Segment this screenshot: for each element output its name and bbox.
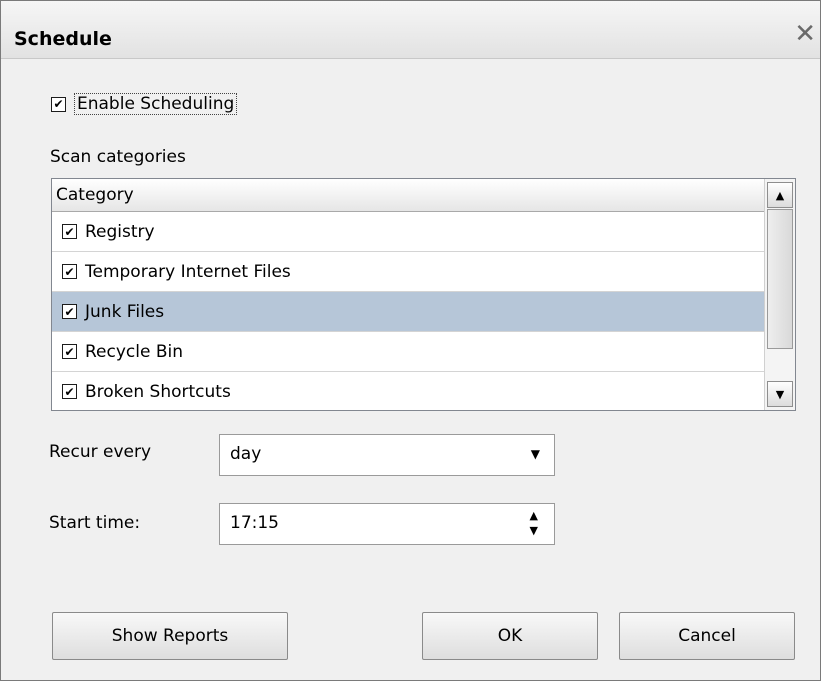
category-row-label: Junk Files <box>85 301 165 322</box>
enable-scheduling-checkbox[interactable]: ✔ Enable Scheduling <box>51 93 238 115</box>
close-icon[interactable]: ✕ <box>794 21 816 47</box>
start-time-spinner[interactable]: 17:15 ▲ ▼ <box>219 503 555 545</box>
show-reports-button[interactable]: Show Reports <box>52 612 288 660</box>
cancel-button[interactable]: Cancel <box>619 612 795 660</box>
enable-scheduling-label[interactable]: Enable Scheduling <box>74 93 238 115</box>
check-icon[interactable]: ✔ <box>62 344 77 359</box>
category-row[interactable]: ✔ Recycle Bin <box>52 332 765 372</box>
category-column-header[interactable]: Category <box>52 179 765 212</box>
category-row-label: Broken Shortcuts <box>85 381 231 402</box>
category-row-label: Recycle Bin <box>85 341 184 362</box>
scroll-up-icon[interactable]: ▲ <box>767 182 793 208</box>
category-row[interactable]: ✔ Registry <box>52 212 765 252</box>
scan-categories-label: Scan categories <box>50 147 186 167</box>
title-bar[interactable]: Schedule ✕ <box>1 1 820 59</box>
scrollbar-thumb[interactable] <box>767 209 793 349</box>
start-time-value[interactable]: 17:15 <box>230 513 279 533</box>
start-time-label: Start time: <box>49 513 141 533</box>
recur-every-value: day <box>230 444 262 464</box>
category-row-label: Registry <box>85 221 155 242</box>
ok-button[interactable]: OK <box>422 612 598 660</box>
category-header-label: Category <box>56 185 134 205</box>
spinner-icon[interactable]: ▲ ▼ <box>530 508 538 538</box>
schedule-dialog: Schedule ✕ ✔ Enable Scheduling Scan cate… <box>0 0 821 681</box>
check-icon[interactable]: ✔ <box>62 304 77 319</box>
scroll-down-icon[interactable]: ▼ <box>767 381 793 407</box>
category-list[interactable]: Category ✔ Registry ✔ Temporary Internet Fi… <box>51 178 796 411</box>
check-icon[interactable]: ✔ <box>62 384 77 399</box>
category-row-label: Temporary Internet Files <box>85 261 291 282</box>
check-icon[interactable]: ✔ <box>51 96 66 112</box>
vertical-scrollbar[interactable]: ▲ ▼ <box>764 179 795 410</box>
recur-every-label: Recur every <box>49 442 152 462</box>
recur-every-select[interactable]: day ▼ <box>219 434 555 476</box>
check-icon[interactable]: ✔ <box>62 224 77 239</box>
chevron-down-icon[interactable]: ▼ <box>531 447 540 461</box>
check-icon[interactable]: ✔ <box>62 264 77 279</box>
category-row[interactable]: ✔ Broken Shortcuts <box>52 372 765 410</box>
category-row[interactable]: ✔ Junk Files <box>52 292 765 332</box>
dialog-title: Schedule <box>14 28 112 50</box>
category-rows: ✔ Registry ✔ Temporary Internet Files ✔ Junk … <box>52 212 765 410</box>
category-row[interactable]: ✔ Temporary Internet Files <box>52 252 765 292</box>
